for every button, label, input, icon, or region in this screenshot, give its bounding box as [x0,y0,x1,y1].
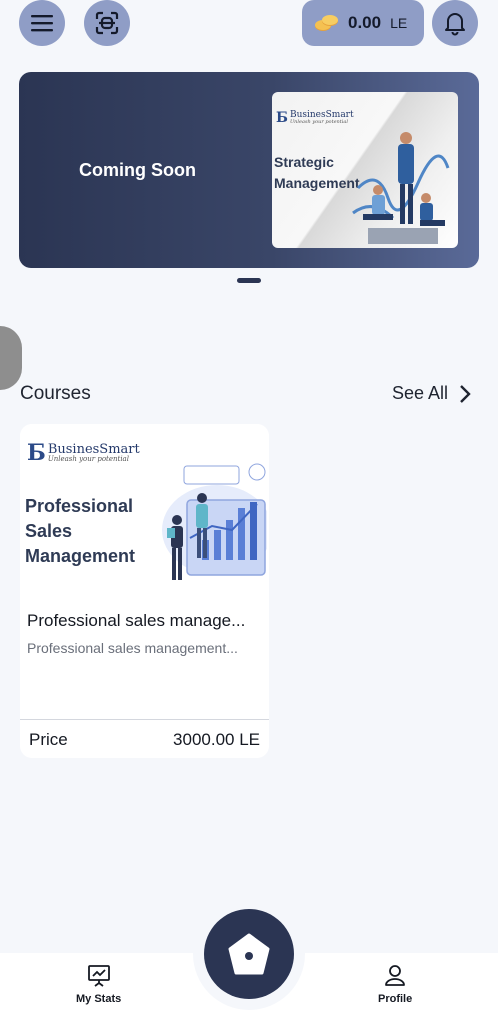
carousel-indicator [237,278,261,283]
thumb-title-line: Management [25,546,136,566]
sales-growth-illustration [162,463,267,580]
thumb-brand: Ƃ BusinesSmart Unleash your potential [27,440,140,466]
course-subtitle: Professional sales management... [27,640,238,656]
chevron-right-icon [460,384,471,403]
top-bar: 0.00 LE [0,0,498,46]
poster-brand: Ƃ BusinesSmart Unleash your potential [276,110,354,126]
course-thumbnail: Ƃ BusinesSmart Unleash your potential Pr… [20,424,269,599]
see-all-link[interactable]: See All [392,383,472,404]
bell-icon [445,13,465,36]
promo-banner[interactable]: Coming Soon Ƃ BusinesSmart Unleash your … [19,72,479,268]
poster-title: Strategic Management [274,152,360,194]
scan-button[interactable] [84,0,130,46]
nav-my-stats-label: My Stats [76,993,122,1005]
wallet-currency: LE [390,15,408,31]
price-label: Price [29,730,68,749]
floating-side-handle[interactable] [0,326,22,390]
brand-logo-icon: Ƃ [27,440,46,466]
home-icon [228,933,270,975]
nav-profile[interactable]: Profile [378,963,412,1005]
wallet-amount: 0.00 [348,13,382,32]
thumb-title: Professional Sales Management [25,494,135,569]
coins-icon [315,15,338,31]
course-title: Professional sales manage... [27,611,246,630]
notifications-button[interactable] [432,0,478,46]
home-button[interactable] [204,909,294,999]
see-all-label: See All [392,383,449,403]
card-divider [20,719,269,720]
menu-button[interactable] [19,0,65,46]
nav-my-stats[interactable]: My Stats [76,963,121,1005]
poster-title-line: Management [274,175,360,191]
thumb-title-line: Professional [25,496,134,516]
poster-title-line: Strategic [274,154,334,170]
nav-profile-label: Profile [378,993,413,1005]
brand-logo-icon: Ƃ [276,110,288,126]
user-icon [385,965,406,986]
business-people-illustration [352,132,450,244]
hamburger-menu-icon [31,15,53,32]
presentation-chart-icon [87,965,110,987]
thumb-title-line: Sales [25,521,73,541]
wallet-balance[interactable]: 0.00 LE [302,0,424,46]
course-card[interactable]: Ƃ BusinesSmart Unleash your potential Pr… [20,424,269,758]
banner-label: Coming Soon [79,160,196,180]
poster-brand-tagline: Unleash your potential [289,119,348,125]
courses-title: Courses [20,383,91,404]
thumb-brand-tagline: Unleash your potential [47,455,129,463]
banner-poster-image: Ƃ BusinesSmart Unleash your potential St… [272,92,458,248]
scan-icon [95,11,119,35]
price-value: 3000.00 LE [173,730,260,749]
